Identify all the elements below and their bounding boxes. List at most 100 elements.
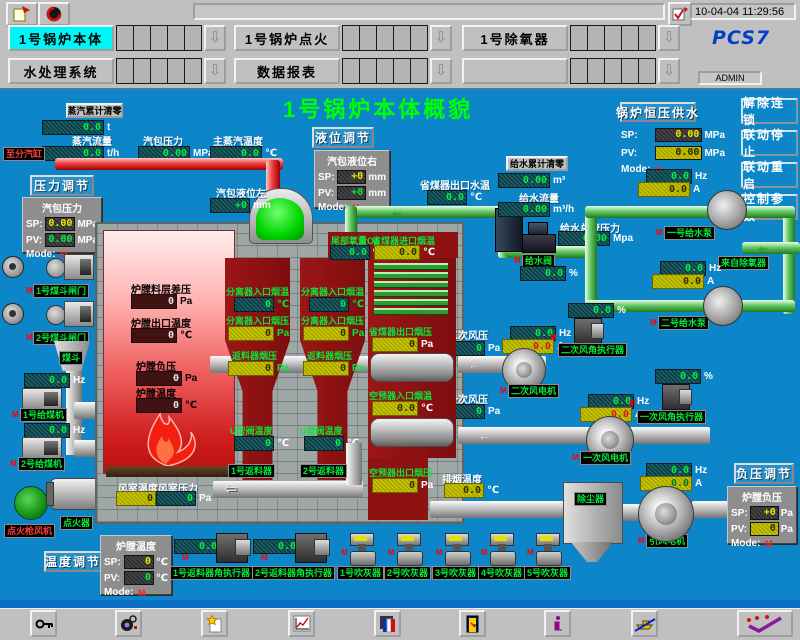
tab-dropdown-button[interactable]: ⇩ xyxy=(658,25,680,51)
coal-feeder1-tag[interactable]: 1号给煤机 xyxy=(20,408,67,422)
tab-slot[interactable] xyxy=(377,25,394,51)
tab-slot[interactable] xyxy=(588,25,605,51)
panel-knob[interactable] xyxy=(2,256,24,278)
tab-slot[interactable] xyxy=(342,25,360,51)
feed-valve-body[interactable] xyxy=(522,234,556,253)
level-control-button[interactable]: 液位调节 xyxy=(312,127,374,148)
tab-dropdown-button[interactable]: ⇩ xyxy=(430,58,452,84)
induced-draft-fan[interactable] xyxy=(638,486,694,542)
tab-dropdown-button[interactable]: ⇩ xyxy=(658,58,680,84)
coal-feeder2-tag[interactable]: 2号给煤机 xyxy=(18,457,65,471)
tab-slot[interactable] xyxy=(168,25,185,51)
temp-control-button[interactable]: 温度调节 xyxy=(44,551,102,572)
pressure-control-button[interactable]: 压力调节 xyxy=(30,175,94,196)
tab-dropdown-button[interactable]: ⇩ xyxy=(204,25,226,51)
feed-pump-1[interactable] xyxy=(707,190,747,230)
tab-slot[interactable] xyxy=(360,58,377,84)
tab-slot[interactable] xyxy=(411,58,428,84)
tab-slot[interactable] xyxy=(185,25,202,51)
linked-restart-button[interactable]: 联动重启 xyxy=(741,162,798,188)
sootblower5-tag[interactable]: 5号吹灰器 xyxy=(524,566,571,580)
tab-slot[interactable] xyxy=(168,58,185,84)
returner2-tag[interactable]: 2号返料器 xyxy=(300,464,347,478)
alarm-loop-button[interactable] xyxy=(115,610,142,637)
tab-slot[interactable] xyxy=(116,25,134,51)
vacuum-control-button[interactable]: 负压调节 xyxy=(734,463,794,484)
dust-collector-tag[interactable]: 除尘器 xyxy=(574,492,607,506)
sootblower1-tag[interactable]: 1号吹灰器 xyxy=(337,566,384,580)
tab-slot[interactable] xyxy=(622,58,639,84)
tab-dropdown-button[interactable]: ⇩ xyxy=(430,25,452,51)
tab-slot[interactable] xyxy=(342,58,360,84)
tab-slot[interactable] xyxy=(185,58,202,84)
returner1-actuator[interactable] xyxy=(216,533,248,563)
coal-feeder2-motor[interactable] xyxy=(22,437,62,459)
coal-gate1-tag[interactable]: 1号煤斗闸门 xyxy=(33,284,89,298)
tab-slot[interactable] xyxy=(622,25,639,51)
coal-feeder1-motor[interactable] xyxy=(22,388,62,410)
tab-slot[interactable] xyxy=(151,25,168,51)
tab-slots[interactable] xyxy=(342,25,428,51)
primary-air-actuator[interactable] xyxy=(662,384,690,410)
gate1-valve[interactable] xyxy=(64,254,94,280)
primary-air-fan-tag[interactable]: 一次风电机 xyxy=(580,451,631,465)
tab-boiler-ignition[interactable]: 1号锅炉点火 xyxy=(234,25,340,51)
tab-slot[interactable] xyxy=(377,58,394,84)
new-report-button[interactable] xyxy=(201,610,228,637)
tab-slot[interactable] xyxy=(605,58,622,84)
tab-slot[interactable] xyxy=(639,58,656,84)
exit-button[interactable] xyxy=(459,610,486,637)
tab-slot[interactable] xyxy=(570,58,588,84)
new-picture-button[interactable] xyxy=(6,2,38,26)
info-button[interactable] xyxy=(544,610,571,637)
logo-button[interactable] xyxy=(38,2,70,26)
tab-slot[interactable] xyxy=(588,58,605,84)
tab-slot[interactable] xyxy=(360,25,377,51)
tab-slot[interactable] xyxy=(134,25,151,51)
trend-button[interactable] xyxy=(288,610,315,637)
language-button[interactable] xyxy=(374,610,401,637)
returner1-tag[interactable]: 1号返料器 xyxy=(228,464,275,478)
tab-slot[interactable] xyxy=(639,25,656,51)
secondary-air-actuator[interactable] xyxy=(574,318,602,344)
tab-slots[interactable] xyxy=(116,25,202,51)
returner2-actuator[interactable] xyxy=(295,533,327,563)
tab-slot[interactable] xyxy=(394,25,411,51)
feed-pump2-tag[interactable]: 二号给水泵 xyxy=(658,316,709,330)
tab-slot[interactable] xyxy=(605,25,622,51)
tab-slot[interactable] xyxy=(151,58,168,84)
secondary-air-actuator-tag[interactable]: 二次风角执行器 xyxy=(558,343,627,357)
tab-slot[interactable] xyxy=(411,25,428,51)
login-button[interactable] xyxy=(30,610,57,637)
tab-deaerator[interactable]: 1号除氧器 xyxy=(462,25,568,51)
returner2-actuator-tag[interactable]: 2号返料器角执行器 xyxy=(252,566,335,580)
igniter-tag[interactable]: 点火器 xyxy=(60,516,93,530)
linked-stop-button[interactable]: 联动停止 xyxy=(741,130,798,156)
steam-total-reset-button[interactable]: 蒸汽累计清零 xyxy=(66,103,123,118)
sootblower4-tag[interactable]: 4号吹灰器 xyxy=(478,566,525,580)
tab-slot[interactable] xyxy=(116,58,134,84)
tab-slot[interactable] xyxy=(134,58,151,84)
tab-water-treatment[interactable]: 水处理系统 xyxy=(8,58,114,84)
ack-button[interactable] xyxy=(668,2,692,26)
sootblower3-tag[interactable]: 3号吹灰器 xyxy=(432,566,479,580)
panel-knob[interactable] xyxy=(2,303,24,325)
returner1-actuator-tag[interactable]: 1号返料器角执行器 xyxy=(170,566,253,580)
igniter-fan[interactable] xyxy=(14,486,48,520)
secondary-air-fan-tag[interactable]: 二次风电机 xyxy=(508,384,559,398)
signature-button[interactable] xyxy=(737,610,793,637)
tab-slots[interactable] xyxy=(570,58,656,84)
feedwater-total-reset-button[interactable]: 给水累计清零 xyxy=(506,156,568,171)
sootblower2-tag[interactable]: 2号吹灰器 xyxy=(384,566,431,580)
tab-slots[interactable] xyxy=(342,58,428,84)
tab-dropdown-button[interactable]: ⇩ xyxy=(204,58,226,84)
tab-slot[interactable] xyxy=(394,58,411,84)
tab-slots[interactable] xyxy=(570,25,656,51)
primary-air-actuator-tag[interactable]: 一次风角执行器 xyxy=(637,410,706,424)
supply-pressure-button[interactable]: 锅炉恒压供水 xyxy=(620,102,696,122)
gate2-valve[interactable] xyxy=(64,301,94,327)
tab-boiler-body[interactable]: 1号锅炉本体 xyxy=(8,25,114,51)
feed-pump-2[interactable] xyxy=(703,286,743,326)
feed-pump1-tag[interactable]: 一号给水泵 xyxy=(664,226,715,240)
unlock-interlock-button[interactable]: 解除连锁 xyxy=(741,98,798,124)
